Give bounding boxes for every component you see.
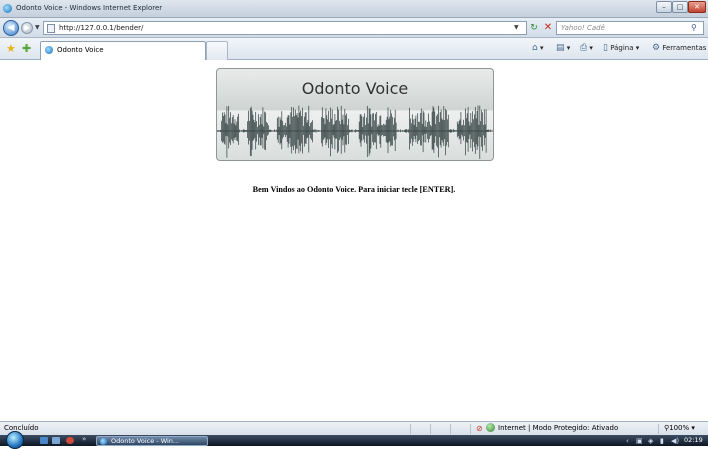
odonto-voice-banner: Odonto Voice	[216, 68, 494, 161]
network-icon[interactable]: ▣	[636, 437, 643, 445]
taskbar: » Odonto Voice - Win... ‹ ▣ ◈ ▮ ◀) 02:19	[0, 431, 708, 449]
tab-odonto-voice[interactable]: Odonto Voice	[40, 41, 206, 60]
window-title: Odonto Voice - Windows Internet Explorer	[16, 4, 163, 12]
tab-bar: ★ ✚ Odonto Voice ⌂ ▾ ▤ ▾ ⎙ ▾ ▯ Página ▾ …	[0, 38, 708, 60]
back-button[interactable]: ◀	[3, 20, 19, 36]
status-text: Concluído	[4, 424, 39, 432]
security-icon[interactable]: ◈	[648, 437, 653, 445]
status-bar: Concluído ⊘ Internet | Modo Protegido: A…	[0, 421, 708, 435]
search-icon[interactable]: ⚲	[691, 23, 697, 32]
stop-icon[interactable]: ✕	[541, 21, 555, 35]
search-input[interactable]: Yahoo! Cadê ⚲	[556, 21, 704, 35]
ie-tab-icon	[45, 46, 53, 54]
address-bar[interactable]: http://127.0.0.1/bender/	[43, 21, 527, 35]
add-favorites-icon[interactable]: ✚	[22, 42, 31, 55]
feeds-icon: ▤	[556, 43, 565, 53]
home-button[interactable]: ⌂ ▾	[532, 43, 543, 53]
ie-logo-icon	[3, 4, 12, 13]
search-placeholder: Yahoo! Cadê	[561, 24, 605, 32]
system-tray: ‹ ▣ ◈ ▮ ◀) 02:19	[624, 436, 708, 446]
close-button[interactable]: ✕	[688, 1, 706, 13]
taskbar-item-ie[interactable]: Odonto Voice - Win...	[96, 436, 208, 446]
taskbar-item-label: Odonto Voice - Win...	[111, 437, 180, 445]
security-zone-text[interactable]: Internet | Modo Protegido: Ativado	[498, 424, 618, 432]
address-url[interactable]: http://127.0.0.1/bender/	[59, 24, 143, 32]
volume-icon[interactable]: ◀)	[671, 437, 679, 445]
start-button[interactable]	[6, 431, 24, 449]
media-player-icon[interactable]	[66, 437, 74, 444]
tray-expand-icon[interactable]: ‹	[626, 437, 629, 445]
page-menu-label: Página	[610, 44, 634, 52]
status-separator	[658, 424, 659, 434]
show-desktop-icon[interactable]	[40, 437, 48, 444]
page-menu-button[interactable]: ▯ Página ▾	[603, 43, 639, 53]
favorites-star-icon[interactable]: ★	[6, 42, 16, 55]
waveform-graphic	[217, 105, 493, 159]
page-icon	[47, 24, 55, 33]
status-separator	[410, 424, 411, 434]
new-tab-button[interactable]	[206, 41, 228, 60]
switch-windows-icon[interactable]	[52, 437, 60, 444]
page-content: Odonto Voice Bem Vindos ao Odonto Voice.…	[0, 61, 708, 421]
refresh-icon[interactable]: ↻	[527, 21, 541, 35]
status-separator	[470, 424, 471, 434]
ie-task-icon	[100, 438, 107, 445]
protected-mode-icon[interactable]: ⊘	[476, 424, 483, 433]
home-icon: ⌂	[532, 43, 538, 53]
clock[interactable]: 02:19	[684, 436, 703, 444]
battery-icon[interactable]: ▮	[660, 437, 664, 445]
minimize-button[interactable]: –	[656, 1, 672, 13]
quick-launch-overflow-icon[interactable]: »	[82, 435, 86, 443]
banner-title: Odonto Voice	[301, 79, 409, 98]
welcome-message: Bem Vindos ao Odonto Voice. Para iniciar…	[252, 185, 456, 194]
tab-label: Odonto Voice	[57, 46, 104, 54]
status-separator	[430, 424, 431, 434]
zoom-level[interactable]: ⚲100% ▾	[664, 424, 695, 432]
gear-icon: ⚙	[652, 43, 661, 53]
tools-menu-label: Ferramentas	[662, 44, 707, 52]
address-dropdown-icon[interactable]: ▼	[514, 24, 519, 31]
forward-button[interactable]: ▶	[21, 22, 33, 34]
recent-pages-dropdown-icon[interactable]: ▼	[35, 24, 40, 31]
page-icon: ▯	[603, 43, 608, 53]
zoom-value: 100%	[669, 424, 690, 432]
print-button[interactable]: ⎙ ▾	[580, 43, 593, 53]
print-icon: ⎙	[580, 43, 588, 53]
status-separator	[450, 424, 451, 434]
title-bar: Odonto Voice - Windows Internet Explorer…	[0, 0, 708, 18]
maximize-button[interactable]: □	[672, 1, 688, 13]
tools-menu-button[interactable]: ⚙ Ferramentas ▾	[652, 43, 708, 53]
feeds-button[interactable]: ▤ ▾	[556, 43, 570, 53]
internet-zone-icon	[486, 423, 495, 432]
navigation-bar: ◀ ▶ ▼ http://127.0.0.1/bender/ ▼ ↻ ✕ Yah…	[0, 18, 708, 38]
